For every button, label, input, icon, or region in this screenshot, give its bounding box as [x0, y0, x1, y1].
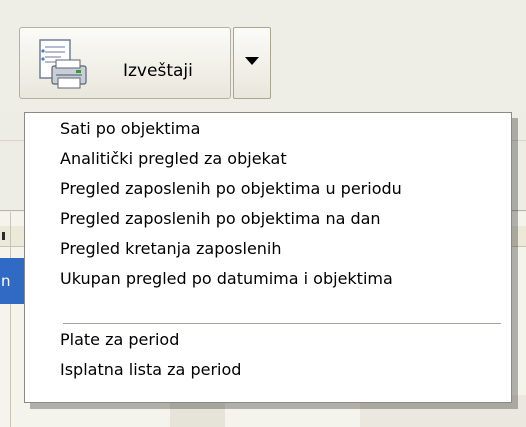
grid-column-divider — [10, 212, 11, 427]
menu-item-sati-po-objektima[interactable]: Sati po objektima — [60, 119, 200, 138]
selected-cell-text: n — [1, 272, 11, 290]
reports-label: Izveštaji — [123, 61, 193, 81]
menu-item-ukupan-pregled[interactable]: Ukupan pregled po datumima i objektima — [60, 269, 393, 288]
menu-item-pregled-zaposlenih-na-dan[interactable]: Pregled zaposlenih po objektima na dan — [60, 209, 381, 228]
menu-item-analiticki-pregled[interactable]: Analitički pregled za objekat — [60, 149, 287, 168]
reports-button[interactable]: Izveštaji — [19, 27, 231, 99]
menu-item-pregled-zaposlenih-u-periodu[interactable]: Pregled zaposlenih po objektima u period… — [60, 179, 402, 198]
reports-dropdown-button[interactable] — [233, 27, 271, 99]
menu-separator-highlight — [63, 324, 501, 325]
reports-menu: Sati po objektima Analitički pregled za … — [24, 112, 512, 403]
menu-item-isplatna-lista[interactable]: Isplatna lista za period — [60, 360, 241, 379]
menu-item-plate-za-period[interactable]: Plate za period — [60, 330, 179, 349]
printer-report-icon — [39, 39, 87, 89]
chevron-down-icon — [245, 57, 259, 65]
menu-item-pregled-kretanja-zaposlenih[interactable]: Pregled kretanja zaposlenih — [60, 239, 282, 258]
grid-header-marker — [2, 232, 5, 240]
